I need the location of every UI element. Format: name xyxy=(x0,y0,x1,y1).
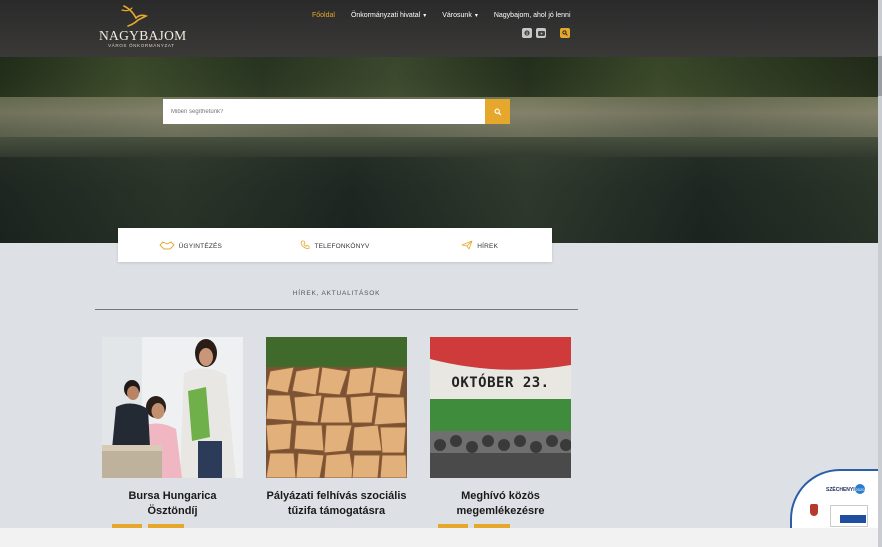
news-card-title[interactable]: Meghívó közös megemlékezésre xyxy=(430,489,571,519)
page: NAGYBAJOM VÁROS ÖNKORMÁNYZAT Főoldal Önk… xyxy=(0,0,878,547)
bottom-bar xyxy=(0,528,878,547)
page-scrollbar[interactable] xyxy=(878,0,882,547)
hero-search-input[interactable] xyxy=(163,99,485,124)
nav-item-fooldal[interactable]: Főoldal xyxy=(312,10,335,20)
phone-icon xyxy=(301,240,310,249)
hero-background-image xyxy=(0,57,878,97)
search-icon[interactable] xyxy=(560,28,570,38)
news-card[interactable]: Bursa Hungarica Ösztöndíj xyxy=(102,337,243,519)
hero-banner xyxy=(0,57,878,243)
search-icon xyxy=(494,108,501,115)
hungarian-crest-icon xyxy=(810,504,818,516)
nav-item-label: Városunk xyxy=(442,11,472,19)
quick-link-label: HÍREK xyxy=(477,242,499,250)
quick-link-label: ÜGYINTÉZÉS xyxy=(178,242,223,250)
news-card[interactable]: OKTÓBER 23. Meghívó közös megemlékezésre xyxy=(430,337,571,519)
scrollbar-thumb[interactable] xyxy=(878,56,882,96)
quick-links: ÜGYINTÉZÉS TELEFONKÖNYV HÍREK xyxy=(118,228,552,262)
news-card-title[interactable]: Bursa Hungarica Ösztöndíj xyxy=(102,489,243,519)
nav-item-label: Főoldal xyxy=(312,11,335,19)
logo-subtitle: VÁROS ÖNKORMÁNYZAT xyxy=(108,43,175,48)
news-card-image[interactable]: OKTÓBER 23. xyxy=(430,337,571,478)
badge-dot-label: 2020 xyxy=(855,486,865,492)
nav-item-varosunk[interactable]: Városunk ▾ xyxy=(442,10,478,20)
main-nav: Főoldal Önkormányzati hivatal ▾ Városunk… xyxy=(312,10,587,20)
students-image xyxy=(102,337,243,478)
news-card-title[interactable]: Pályázati felhívás szociális tűzifa támo… xyxy=(266,489,407,519)
eu-flag-icon xyxy=(840,515,866,523)
firewood-image xyxy=(266,337,407,478)
paper-plane-icon xyxy=(461,240,473,250)
quick-link-ugyintezes[interactable]: ÜGYINTÉZÉS xyxy=(118,228,263,262)
nav-item-label: Nagybajom, ahol jó lenni xyxy=(493,11,571,19)
nav-item-label: Önkormányzati hivatal xyxy=(350,11,421,19)
news-card[interactable]: Pályázati felhívás szociális tűzifa támo… xyxy=(266,337,407,519)
facebook-icon[interactable] xyxy=(522,28,532,38)
news-card-image[interactable] xyxy=(102,337,243,478)
quick-link-label: TELEFONKÖNYV xyxy=(314,242,370,250)
hero-search-button[interactable] xyxy=(485,99,510,124)
chevron-down-icon: ▾ xyxy=(474,12,478,19)
site-header: NAGYBAJOM VÁROS ÖNKORMÁNYZAT Főoldal Önk… xyxy=(0,0,878,57)
nav-item-nagybajom-ahol-jo-lenni[interactable]: Nagybajom, ahol jó lenni xyxy=(494,10,571,20)
logo-name: NAGYBAJOM xyxy=(99,28,187,43)
nav-item-onkormanyzati-hivatal[interactable]: Önkormányzati hivatal ▾ xyxy=(351,10,426,20)
social-links xyxy=(522,28,570,38)
image-caption: OKTÓBER 23. xyxy=(451,375,550,391)
badge-title: SZÉCHENYI xyxy=(826,487,855,493)
section-divider xyxy=(95,309,578,310)
october-23-image xyxy=(430,337,571,478)
heron-logo-icon xyxy=(121,5,149,27)
handshake-icon xyxy=(159,241,175,250)
quick-link-telefonkonyv[interactable]: TELEFONKÖNYV xyxy=(263,228,408,262)
youtube-icon[interactable] xyxy=(536,28,546,38)
site-logo[interactable]: NAGYBAJOM VÁROS ÖNKORMÁNYZAT xyxy=(96,4,186,52)
chevron-down-icon: ▾ xyxy=(423,12,427,19)
news-section-title: HÍREK, AKTUALITÁSOK xyxy=(292,290,381,297)
news-card-image[interactable] xyxy=(266,337,407,478)
badge-logo-icon: 2020 xyxy=(855,484,865,494)
quick-link-hirek[interactable]: HÍREK xyxy=(407,228,552,262)
